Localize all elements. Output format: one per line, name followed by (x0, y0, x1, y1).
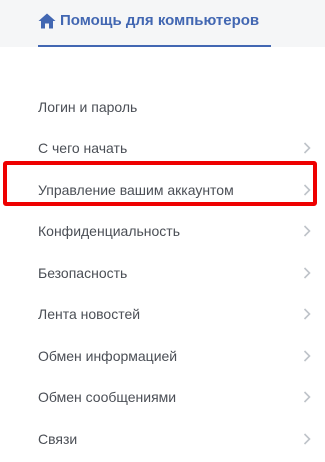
chevron-right-icon (303, 142, 311, 154)
menu-item-privacy[interactable]: Конфиденциальность (0, 211, 325, 253)
menu-item-label: Безопасность (38, 264, 128, 281)
chevron-right-icon (303, 391, 311, 403)
chevron-right-icon (303, 308, 311, 320)
menu-item-login-password[interactable]: Логин и пароль (0, 86, 325, 128)
menu-item-label: Лента новостей (38, 306, 141, 323)
help-page: Помощь для компьютеров Логин и пароль С … (0, 0, 325, 462)
chevron-right-icon (303, 225, 311, 237)
chevron-right-icon (303, 350, 311, 362)
menu-item-label: Обмен сообщениями (38, 389, 177, 406)
help-center-link[interactable]: Помощь для компьютеров (38, 11, 259, 31)
help-topics-menu: Логин и пароль С чего начать Управление … (0, 86, 325, 460)
chevron-right-icon (303, 267, 311, 279)
menu-item-label: Связи (38, 430, 78, 447)
chevron-right-icon (303, 433, 311, 445)
menu-item-label: Обмен информацией (38, 347, 178, 364)
menu-item-news-feed[interactable]: Лента новостей (0, 294, 325, 336)
header-title: Помощь для компьютеров (60, 12, 260, 29)
menu-item-label: Управление вашим аккаунтом (38, 181, 234, 198)
header-underline (38, 45, 271, 47)
menu-item-manage-account[interactable]: Управление вашим аккаунтом (0, 169, 325, 211)
help-header: Помощь для компьютеров (0, 0, 325, 47)
menu-item-label: Логин и пароль (38, 98, 138, 115)
menu-item-label: Конфиденциальность (38, 223, 181, 240)
menu-item-connections[interactable]: Связи (0, 418, 325, 460)
menu-item-label: С чего начать (38, 140, 128, 157)
chevron-right-icon (303, 184, 311, 196)
menu-item-sharing[interactable]: Обмен информацией (0, 335, 325, 377)
home-icon (38, 13, 56, 29)
menu-item-getting-started[interactable]: С чего начать (0, 128, 325, 170)
menu-item-security[interactable]: Безопасность (0, 252, 325, 294)
menu-item-messaging[interactable]: Обмен сообщениями (0, 377, 325, 419)
